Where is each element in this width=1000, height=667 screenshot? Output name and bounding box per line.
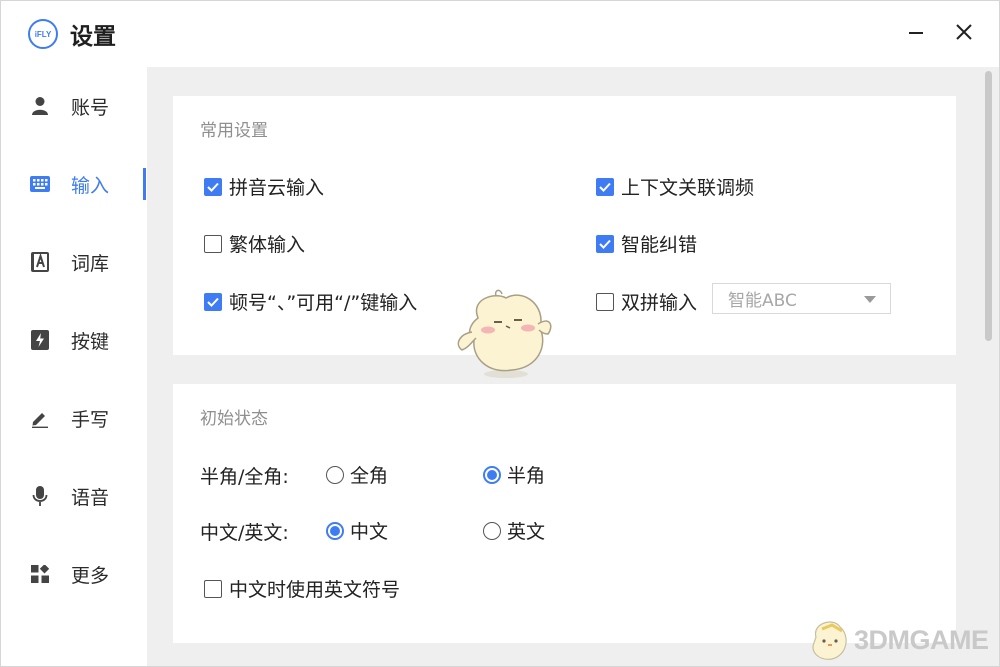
close-icon	[955, 23, 973, 45]
settings-window: iFLY 设置 账号 输入 词库 按键 手写 语音 更多 常用设置 拼音云输入 …	[0, 0, 1000, 667]
sidebar-item-label: 更多	[71, 564, 110, 587]
sidebar-item-account[interactable]: 账号	[1, 67, 147, 145]
more-grid-icon	[30, 564, 50, 584]
common-settings-card: 常用设置 拼音云输入 上下文关联调频 繁体输入 智能纠错 顿号“、”可用“/”键…	[173, 96, 956, 355]
sidebar-item-label: 按键	[71, 330, 110, 353]
smart-correct-label: 智能纠错	[621, 234, 698, 256]
language-mode-label: 中文/英文:	[200, 522, 289, 544]
pinyin-cloud-label: 拼音云输入	[229, 177, 325, 199]
english-radio[interactable]	[483, 521, 501, 540]
sidebar-item-label: 输入	[71, 174, 110, 197]
chick-mascot-icon	[457, 289, 552, 378]
minimize-button[interactable]	[903, 21, 929, 47]
pinyin-cloud-option[interactable]: 拼音云输入	[204, 173, 324, 200]
context-freq-label: 上下文关联调频	[621, 177, 755, 199]
mascot-sticker	[448, 288, 558, 380]
watermark-text: 3DMGAME	[854, 624, 989, 655]
full-width-label: 全角	[350, 465, 389, 487]
sidebar-item-more[interactable]: 更多	[1, 535, 147, 613]
dictionary-icon	[30, 252, 50, 272]
pinyin-cloud-checkbox[interactable]	[204, 177, 222, 196]
settings-content: 常用设置 拼音云输入 上下文关联调频 繁体输入 智能纠错 顿号“、”可用“/”键…	[147, 67, 999, 666]
chinese-label: 中文	[350, 521, 389, 543]
width-mode-label: 半角/全角:	[200, 466, 289, 488]
vertical-scrollbar[interactable]	[985, 71, 992, 341]
english-label: 英文	[507, 521, 546, 543]
smart-correct-checkbox[interactable]	[596, 234, 614, 253]
half-width-option[interactable]: 半角	[483, 461, 545, 488]
slash-pause-label: 顿号“、”可用“/”键输入	[229, 292, 418, 314]
sidebar-item-label: 语音	[71, 486, 110, 509]
title-bar	[147, 1, 999, 67]
check-icon	[599, 239, 611, 249]
watermark: 3DMGAME	[806, 615, 996, 665]
full-width-radio[interactable]	[326, 465, 344, 484]
english-option[interactable]: 英文	[483, 517, 545, 544]
traditional-checkbox[interactable]	[204, 234, 222, 253]
initial-state-card: 初始状态 半角/全角: 全角 半角 中文/英文: 中文 英文 中文时使用英文符号	[173, 384, 956, 643]
double-pinyin-scheme-select[interactable]: 智能ABC	[712, 283, 891, 314]
app-header: iFLY 设置	[28, 17, 116, 51]
check-icon	[599, 182, 611, 192]
ifly-logo: iFLY	[28, 19, 58, 49]
sidebar-item-keys[interactable]: 按键	[1, 301, 147, 379]
sidebar-item-input[interactable]: 输入	[1, 145, 147, 223]
scheme-select-value: 智能ABC	[728, 291, 797, 311]
check-icon	[207, 297, 219, 307]
user-icon	[30, 96, 50, 116]
slash-pause-checkbox[interactable]	[204, 292, 222, 311]
traditional-option[interactable]: 繁体输入	[204, 230, 305, 257]
sidebar-item-dictionary[interactable]: 词库	[1, 223, 147, 301]
sidebar-nav: 账号 输入 词库 按键 手写 语音 更多	[1, 67, 147, 613]
close-button[interactable]	[951, 21, 977, 47]
smart-correct-option[interactable]: 智能纠错	[596, 230, 697, 257]
english-punct-checkbox[interactable]	[204, 579, 222, 598]
microphone-icon	[30, 486, 50, 506]
sidebar-item-label: 手写	[71, 408, 110, 431]
half-width-radio[interactable]	[483, 465, 501, 484]
context-freq-option[interactable]: 上下文关联调频	[596, 173, 754, 200]
sidebar-item-label: 账号	[71, 96, 110, 119]
logo-text: iFLY	[34, 29, 52, 39]
slash-pause-option[interactable]: 顿号“、”可用“/”键输入	[204, 288, 417, 315]
pen-icon	[30, 408, 50, 428]
chevron-down-icon	[864, 296, 876, 303]
key-flash-icon	[30, 330, 50, 350]
keyboard-icon	[30, 174, 50, 194]
section-title-common: 常用设置	[200, 121, 268, 141]
sidebar: iFLY 设置 账号 输入 词库 按键 手写 语音 更多	[1, 1, 147, 666]
sidebar-item-label: 词库	[71, 252, 110, 275]
chinese-option[interactable]: 中文	[326, 517, 388, 544]
double-pinyin-option[interactable]: 双拼输入	[596, 288, 697, 315]
sidebar-item-handwriting[interactable]: 手写	[1, 379, 147, 457]
sidebar-item-voice[interactable]: 语音	[1, 457, 147, 535]
english-punct-option[interactable]: 中文时使用英文符号	[204, 575, 400, 602]
section-title-initial: 初始状态	[200, 409, 268, 429]
traditional-label: 繁体输入	[229, 234, 306, 256]
minimize-icon	[908, 24, 924, 44]
chinese-radio[interactable]	[326, 521, 344, 540]
full-width-option[interactable]: 全角	[326, 461, 388, 488]
check-icon	[207, 182, 219, 192]
double-pinyin-label: 双拼输入	[621, 292, 698, 314]
half-width-label: 半角	[507, 465, 546, 487]
app-title: 设置	[70, 24, 116, 50]
english-punct-label: 中文时使用英文符号	[229, 579, 401, 601]
context-freq-checkbox[interactable]	[596, 177, 614, 196]
double-pinyin-checkbox[interactable]	[596, 292, 614, 311]
watermark-mascot-icon	[812, 621, 847, 660]
